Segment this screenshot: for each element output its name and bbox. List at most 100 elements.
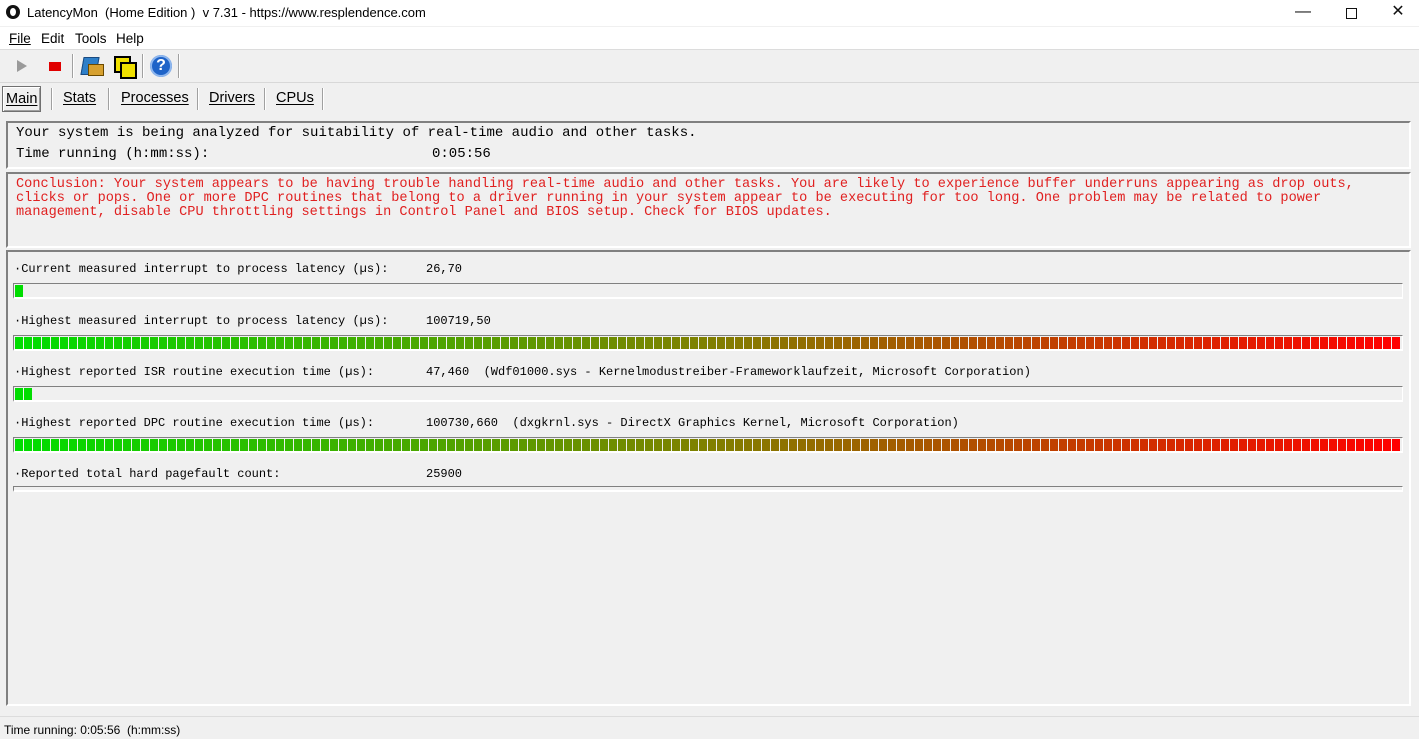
latency-bar bbox=[13, 386, 1403, 402]
tab-cpus[interactable]: CPUs bbox=[276, 86, 314, 110]
bar-segment bbox=[1338, 337, 1346, 349]
stop-icon[interactable] bbox=[43, 54, 67, 78]
bar-segment bbox=[1284, 439, 1292, 451]
tab-processes[interactable]: Processes bbox=[121, 86, 189, 110]
bar-segment bbox=[258, 439, 266, 451]
bar-segment bbox=[204, 439, 212, 451]
bar-segment bbox=[528, 337, 536, 349]
bar-segment bbox=[384, 337, 392, 349]
bar-segment bbox=[339, 337, 347, 349]
toolbar-separator bbox=[178, 54, 180, 78]
bar-segment bbox=[51, 337, 59, 349]
bar-segment bbox=[114, 337, 122, 349]
bar-segment bbox=[186, 337, 194, 349]
bar-segment bbox=[393, 337, 401, 349]
tab-stats[interactable]: Stats bbox=[63, 86, 96, 110]
tab-separator bbox=[51, 88, 53, 110]
bar-segment bbox=[1122, 337, 1130, 349]
bar-segment bbox=[1077, 439, 1085, 451]
close-button[interactable]: ✕ bbox=[1375, 0, 1419, 26]
menu-help[interactable]: Help bbox=[116, 31, 144, 46]
bar-segment bbox=[1014, 439, 1022, 451]
bar-segment bbox=[231, 337, 239, 349]
copy-icon[interactable] bbox=[112, 54, 137, 79]
minimize-button[interactable]: — bbox=[1280, 0, 1326, 26]
bar-segment bbox=[906, 439, 914, 451]
start-icon[interactable] bbox=[10, 54, 34, 78]
bar-segment bbox=[402, 439, 410, 451]
toolbar-separator bbox=[72, 54, 74, 78]
bar-segment bbox=[816, 439, 824, 451]
bar-segment bbox=[744, 337, 752, 349]
bar-segment bbox=[537, 439, 545, 451]
bar-segment bbox=[267, 337, 275, 349]
bar-segment bbox=[258, 337, 266, 349]
metric-value: 25900 bbox=[426, 467, 463, 481]
metrics-panel: ·Current measured interrupt to process l… bbox=[6, 250, 1411, 706]
bar-segment bbox=[1239, 439, 1247, 451]
bar-segment bbox=[222, 439, 230, 451]
bar-segment bbox=[609, 439, 617, 451]
bar-segment bbox=[1320, 337, 1328, 349]
bar-segment bbox=[483, 337, 491, 349]
maximize-button[interactable] bbox=[1328, 0, 1374, 26]
status-bar: Time running: 0:05:56 (h:mm:ss) bbox=[0, 716, 1419, 739]
bar-segment bbox=[591, 439, 599, 451]
bar-segment bbox=[312, 337, 320, 349]
tool-icon[interactable] bbox=[80, 54, 104, 78]
bar-segment bbox=[978, 439, 986, 451]
menu-tools[interactable]: Tools bbox=[75, 31, 107, 46]
bar-segment bbox=[222, 337, 230, 349]
bar-segment bbox=[681, 337, 689, 349]
bar-segment bbox=[1230, 337, 1238, 349]
bar-segment bbox=[555, 337, 563, 349]
bar-segment bbox=[1329, 337, 1337, 349]
bar-segment bbox=[1284, 337, 1292, 349]
window-title: LatencyMon (Home Edition ) v 7.31 - http… bbox=[27, 5, 426, 20]
bar-segment bbox=[1014, 337, 1022, 349]
metric-label: ·Highest reported DPC routine execution … bbox=[14, 416, 375, 430]
bar-segment bbox=[348, 337, 356, 349]
bar-segment bbox=[1293, 337, 1301, 349]
bar-segment bbox=[807, 439, 815, 451]
bar-segment bbox=[1275, 337, 1283, 349]
tab-main[interactable]: Main bbox=[2, 86, 42, 112]
pagefault-bar bbox=[13, 486, 1403, 492]
bar-segment bbox=[897, 337, 905, 349]
bar-segment bbox=[357, 439, 365, 451]
bar-segment bbox=[1113, 337, 1121, 349]
bar-segment bbox=[150, 337, 158, 349]
latency-bar bbox=[13, 283, 1403, 299]
bar-segment bbox=[528, 439, 536, 451]
bar-segment bbox=[1365, 337, 1373, 349]
bar-segment bbox=[645, 439, 653, 451]
bar-segment bbox=[330, 439, 338, 451]
bar-segment bbox=[303, 439, 311, 451]
menu-file[interactable]: File bbox=[9, 31, 31, 46]
help-icon[interactable] bbox=[149, 54, 173, 78]
bar-segment bbox=[510, 439, 518, 451]
bar-segment bbox=[906, 337, 914, 349]
bar-segment bbox=[249, 439, 257, 451]
bar-segment bbox=[177, 337, 185, 349]
bar-segment bbox=[1356, 337, 1364, 349]
bar-segment bbox=[1086, 337, 1094, 349]
bar-segment bbox=[573, 337, 581, 349]
bar-segment bbox=[798, 337, 806, 349]
toolbar bbox=[0, 50, 1419, 83]
tab-drivers[interactable]: Drivers bbox=[209, 86, 255, 110]
bar-segment bbox=[105, 337, 113, 349]
bar-segment bbox=[789, 439, 797, 451]
bar-segment bbox=[24, 388, 32, 400]
bar-segment bbox=[1239, 337, 1247, 349]
bar-segment bbox=[1122, 439, 1130, 451]
bar-segment bbox=[510, 337, 518, 349]
bar-segment bbox=[60, 337, 68, 349]
bar-segment bbox=[1104, 337, 1112, 349]
metric-label: ·Current measured interrupt to process l… bbox=[14, 262, 389, 276]
bar-segment bbox=[1194, 337, 1202, 349]
bar-segment bbox=[483, 439, 491, 451]
bar-segment bbox=[861, 337, 869, 349]
menu-edit[interactable]: Edit bbox=[41, 31, 64, 46]
bar-segment bbox=[825, 337, 833, 349]
